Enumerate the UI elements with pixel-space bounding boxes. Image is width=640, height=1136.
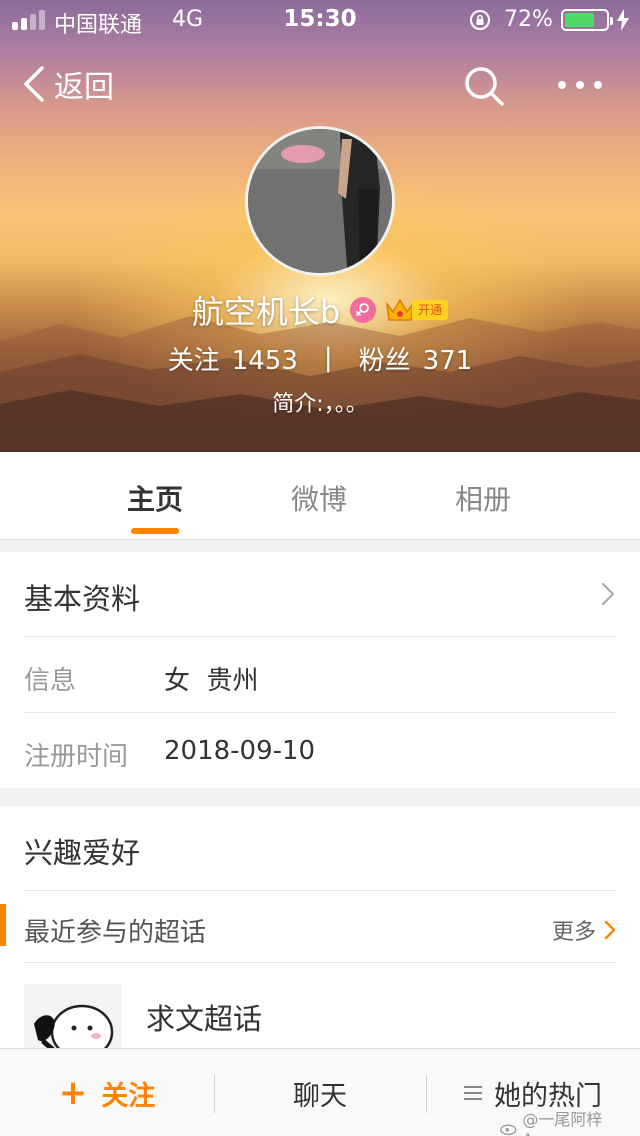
- chevron-right-icon: [601, 582, 615, 606]
- divider: [24, 712, 616, 713]
- profile-tabs: 主页 微博 相册: [0, 452, 640, 540]
- basic-info-title: 基本资料: [24, 582, 141, 616]
- divider: [24, 636, 616, 637]
- divider: [24, 962, 616, 963]
- chat-label: 聊天: [293, 1080, 347, 1112]
- avatar[interactable]: [245, 126, 395, 276]
- menu-icon: [464, 1086, 482, 1100]
- profile-bio: 简介:，。。: [272, 392, 368, 417]
- vip-label: 开通: [412, 300, 449, 320]
- nav-bar: 返回: [0, 56, 640, 112]
- register-time-value: 2018-09-10: [164, 736, 316, 766]
- profile-name: 航空机长b: [191, 293, 341, 331]
- battery-percent: 72%: [504, 7, 553, 32]
- followers-label: 粉丝: [358, 345, 411, 376]
- status-bar: 中国联通 4G 15:30 72%: [0, 0, 640, 40]
- following-count: 1453: [231, 345, 298, 376]
- interests-section: 兴趣爱好 最近参与的超话 更多 求文超话 本群宗旨，就看文学文流票集情，各取波: [0, 806, 640, 1073]
- charging-icon: [617, 9, 629, 31]
- search-icon[interactable]: [462, 64, 506, 108]
- chat-button[interactable]: 聊天: [214, 1049, 426, 1136]
- topic-name: 求文超话: [146, 1002, 263, 1036]
- topic-item[interactable]: 求文超话 本群宗旨，就看文学文流票集情，各取波: [0, 966, 640, 1073]
- section-accent-bar: [0, 904, 6, 946]
- info-value: 女 贵州: [164, 666, 259, 696]
- profile-header: 中国联通 4G 15:30 72% 返回 航空机长b 开通 关注 1453 | …: [0, 0, 640, 452]
- watermark-text: @一尾阿梓Azusa: [522, 1110, 603, 1136]
- profile-name-row: 航空机长b 开通: [0, 288, 640, 332]
- register-time-label: 注册时间: [24, 742, 129, 772]
- divider: [24, 890, 616, 891]
- battery-fill: [565, 13, 594, 27]
- info-label: 信息: [24, 666, 77, 696]
- avatar-image: [248, 129, 392, 273]
- follow-label: 关注: [101, 1080, 156, 1112]
- basic-info-header[interactable]: 基本资料: [0, 552, 640, 636]
- battery-icon: [561, 9, 613, 31]
- chevron-left-icon: [24, 66, 44, 102]
- stats-separator: |: [323, 343, 333, 373]
- plus-icon: +: [58, 1073, 88, 1113]
- female-icon: [350, 297, 377, 323]
- more-label: 更多: [551, 920, 596, 945]
- followers-count: 371: [422, 345, 473, 376]
- interests-title: 兴趣爱好: [24, 836, 141, 870]
- chevron-right-icon: [604, 920, 616, 940]
- weibo-logo-icon: [500, 1124, 517, 1135]
- followers-stat[interactable]: 粉丝 371: [359, 340, 473, 377]
- tab-weibo[interactable]: 微博: [291, 478, 347, 518]
- follow-button[interactable]: + 关注: [0, 1049, 214, 1136]
- more-topics-link[interactable]: 更多: [552, 914, 616, 946]
- back-button[interactable]: 返回: [20, 62, 114, 106]
- recent-topics-label: 最近参与的超话: [24, 918, 207, 948]
- vip-open-button[interactable]: 开通: [384, 296, 449, 324]
- watermark: @一尾阿梓Azusa: [500, 1106, 640, 1136]
- more-icon[interactable]: [556, 70, 604, 100]
- back-label: 返回: [54, 70, 114, 105]
- following-label: 关注: [167, 345, 220, 376]
- following-stat[interactable]: 关注 1453: [168, 340, 298, 377]
- active-tab-indicator: [131, 528, 179, 534]
- rotation-lock-icon: [470, 10, 490, 30]
- tab-home[interactable]: 主页: [127, 478, 183, 518]
- profile-stats: 关注 1453 | 粉丝 371: [0, 338, 640, 378]
- tab-album[interactable]: 相册: [455, 478, 511, 518]
- basic-info-section: 基本资料 信息 女 贵州 注册时间 2018-09-10: [0, 552, 640, 788]
